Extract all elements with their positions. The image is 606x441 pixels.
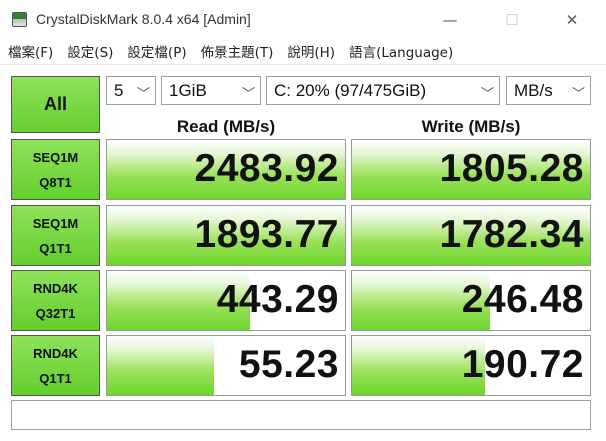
write-value: 246.48 [461,278,584,321]
write-result: 1782.34 [351,205,591,266]
test-button-line1: RND4K [33,345,78,361]
chevron-down-icon: ﹀ [480,87,494,102]
read-bar [107,336,215,395]
all-button[interactable]: All [11,76,100,133]
test-size-value: 1GiB [169,80,207,100]
test-button-line2: Q32T1 [35,305,76,321]
read-value: 1893.77 [194,213,339,256]
write-value: 1782.34 [439,213,584,256]
test-count-value: 5 [114,80,124,100]
window-title: CrystalDiskMark 8.0.4 x64 [Admin] [36,11,251,27]
test-button-seq1m-q8t1[interactable]: SEQ1M Q8T1 [11,139,100,200]
minimize-icon[interactable]: — [428,6,472,34]
read-result: 443.29 [106,270,346,331]
comment-field[interactable] [11,400,591,430]
write-value: 1805.28 [439,147,584,190]
menu-profile[interactable]: 設定檔(P) [127,41,186,61]
test-button-rnd4k-q1t1[interactable]: RND4K Q1T1 [11,335,100,396]
read-value: 55.23 [238,343,339,386]
write-column-header: Write (MB/s) [421,117,521,136]
test-button-line1: SEQ1M [32,215,79,231]
test-button-line1: RND4K [33,280,78,296]
chevron-down-icon: ﹀ [241,87,255,102]
test-button-line1: SEQ1M [32,149,79,165]
test-button-rnd4k-q32t1[interactable]: RND4K Q32T1 [11,270,100,331]
unit-value: MB/s [514,80,553,100]
read-result: 55.23 [106,335,346,396]
write-result: 1805.28 [351,139,591,200]
app-icon [12,12,27,27]
menu-language[interactable]: 語言(Language) [349,41,453,61]
write-result: 246.48 [351,270,591,331]
write-value: 190.72 [461,343,584,386]
chevron-down-icon: ﹀ [571,87,585,102]
test-button-line2: Q1T1 [39,240,72,256]
read-result: 1893.77 [106,205,346,266]
write-result: 190.72 [351,335,591,396]
maximize-icon[interactable]: ☐ [490,6,534,34]
unit-select[interactable]: MB/s ﹀ [506,76,591,105]
close-icon[interactable]: ✕ [550,6,594,34]
test-button-line2: Q8T1 [39,174,72,190]
read-result: 2483.92 [106,139,346,200]
title-bar: CrystalDiskMark 8.0.4 x64 [Admin] — ☐ ✕ [0,0,606,38]
chevron-down-icon: ﹀ [136,87,150,102]
test-size-select[interactable]: 1GiB ﹀ [161,76,261,105]
read-column-header: Read (MB/s) [176,117,276,136]
read-value: 443.29 [216,278,339,321]
drive-value: C: 20% (97/475GiB) [274,80,427,100]
main-panel: All 5 ﹀ 1GiB ﹀ C: 20% (97/475GiB) ﹀ MB/s… [0,64,606,441]
menu-file[interactable]: 檔案(F) [8,41,53,61]
test-button-line2: Q1T1 [39,370,72,386]
test-button-seq1m-q1t1[interactable]: SEQ1M Q1T1 [11,205,100,266]
menu-settings[interactable]: 設定(S) [67,41,113,61]
read-value: 2483.92 [194,147,339,190]
menu-theme[interactable]: 佈景主題(T) [201,41,274,61]
menu-help[interactable]: 說明(H) [287,41,335,61]
drive-select[interactable]: C: 20% (97/475GiB) ﹀ [266,76,500,105]
test-count-select[interactable]: 5 ﹀ [106,76,156,105]
menu-bar: 檔案(F) 設定(S) 設定檔(P) 佈景主題(T) 說明(H) 語言(Lang… [0,38,606,64]
